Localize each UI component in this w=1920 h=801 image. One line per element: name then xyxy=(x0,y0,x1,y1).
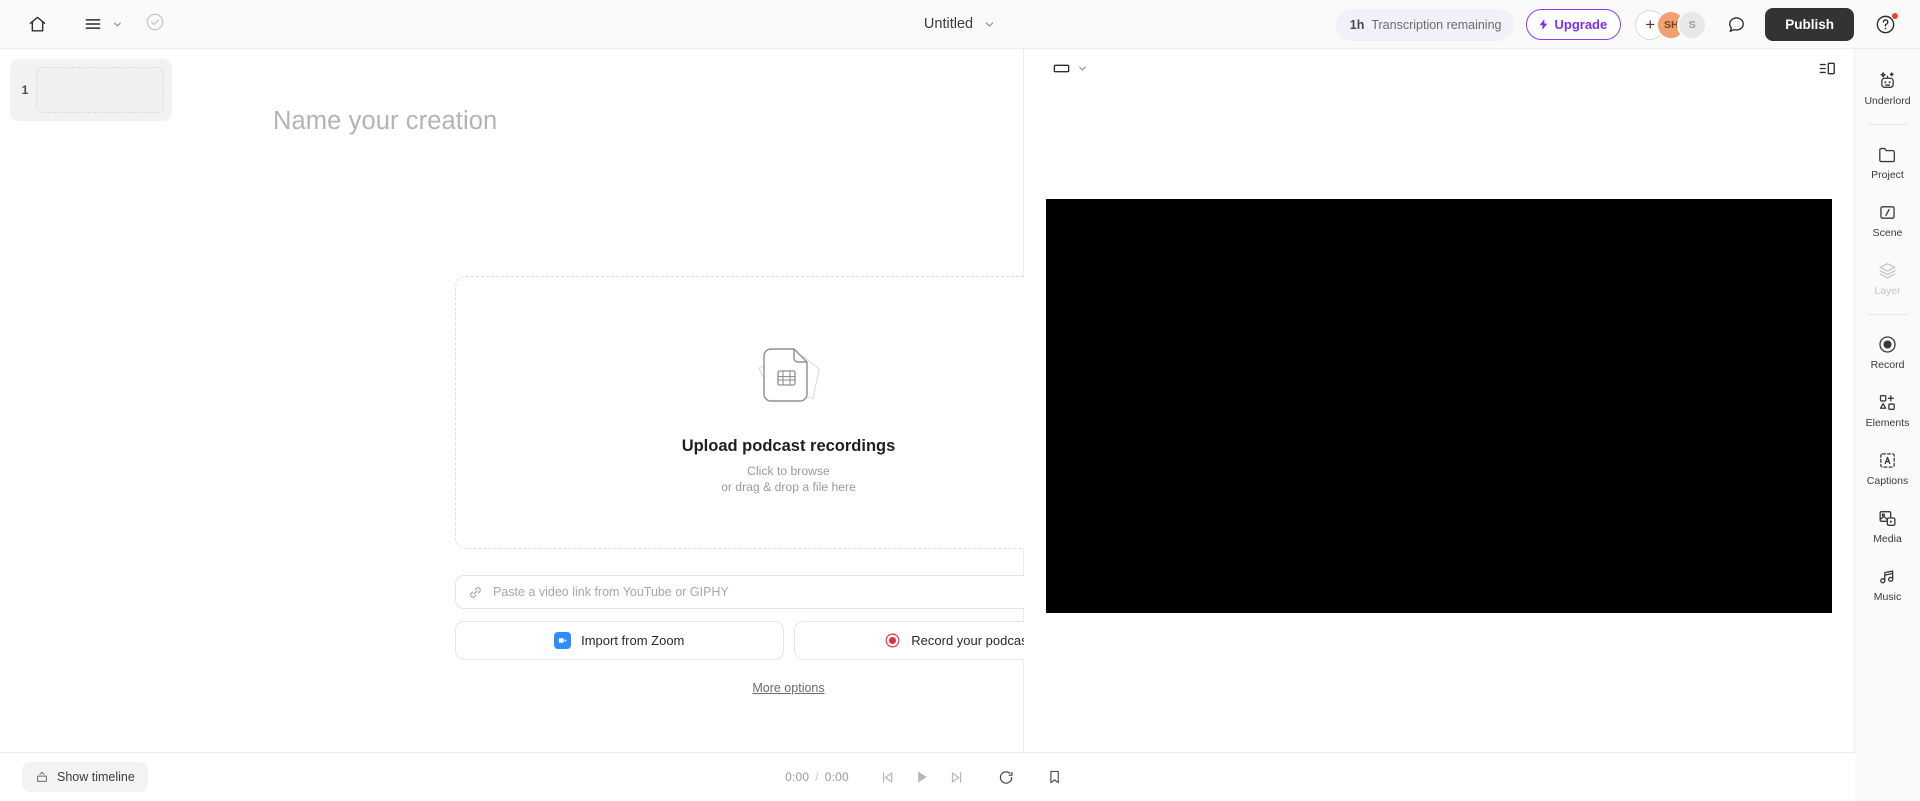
scene-slash-icon xyxy=(1877,202,1898,223)
tool-captions[interactable]: Captions xyxy=(1859,443,1917,492)
scene-thumbnail-item[interactable]: 1 xyxy=(10,59,172,121)
document-title-button[interactable]: Untitled xyxy=(924,16,996,32)
record-circle-icon xyxy=(884,632,901,649)
panel-layout-icon[interactable] xyxy=(1810,51,1844,85)
tool-label: Music xyxy=(1873,591,1902,603)
chevron-down-icon[interactable] xyxy=(1077,63,1088,74)
video-link-input[interactable] xyxy=(493,585,1094,599)
tool-project[interactable]: Project xyxy=(1859,137,1917,186)
scene-thumbnail-preview xyxy=(36,67,164,113)
video-preview-stage[interactable] xyxy=(1046,199,1832,613)
record-circle-icon xyxy=(1877,334,1898,355)
upload-dropzone[interactable]: Upload podcast recordings Click to brows… xyxy=(455,276,1122,549)
rail-divider xyxy=(1867,124,1908,125)
creation-title-input[interactable]: Name your creation xyxy=(273,107,1023,136)
shapes-plus-icon xyxy=(1877,392,1898,413)
collaborator-avatars[interactable]: + SH S xyxy=(1635,9,1708,40)
tool-media[interactable]: Media xyxy=(1859,501,1917,550)
top-bar-right-group: 1h Transcription remaining Upgrade + SH … xyxy=(1335,0,1906,49)
tool-label: Scene xyxy=(1872,227,1903,239)
import-actions-row: Import from Zoom Record your podcast xyxy=(455,621,1122,660)
tool-label: Layer xyxy=(1874,285,1901,297)
check-circle-icon[interactable] xyxy=(145,12,165,37)
tool-label: Media xyxy=(1873,533,1902,545)
tool-layer: Layer xyxy=(1859,253,1917,302)
upload-title: Upload podcast recordings xyxy=(681,436,896,455)
help-button[interactable] xyxy=(1868,8,1902,42)
link-chain-icon xyxy=(468,585,483,600)
import-from-zoom-label: Import from Zoom xyxy=(581,633,685,648)
tool-label: Project xyxy=(1871,169,1904,181)
lightning-bolt-icon xyxy=(1537,18,1550,31)
document-title: Untitled xyxy=(923,16,974,32)
editor-panel: Name your creation Upload podcast record… xyxy=(182,49,1122,752)
main-menu-button[interactable] xyxy=(76,7,123,41)
file-video-stack-icon xyxy=(741,331,837,421)
music-notes-icon xyxy=(1877,566,1898,587)
upload-subtitle-line1: Click to browse xyxy=(747,463,830,478)
upload-subtitle-line2: or drag & drop a file here xyxy=(721,479,856,494)
avatar[interactable]: S xyxy=(1677,9,1708,40)
time-separator: / xyxy=(815,770,819,784)
tool-music[interactable]: Music xyxy=(1859,559,1917,608)
robot-sparkle-icon xyxy=(1877,70,1898,91)
import-from-zoom-button[interactable]: Import from Zoom xyxy=(455,621,784,660)
more-options-link[interactable]: More options xyxy=(455,681,1122,695)
total-time: 0:00 xyxy=(824,770,849,784)
transcription-hours: 1h xyxy=(1349,17,1365,32)
bookmark-icon[interactable] xyxy=(1040,762,1070,792)
media-image-play-icon xyxy=(1877,508,1898,529)
folder-icon xyxy=(1877,144,1898,165)
aspect-ratio-icon xyxy=(1052,59,1071,78)
show-timeline-button[interactable]: Show timeline xyxy=(22,762,148,792)
chevron-down-icon[interactable] xyxy=(983,18,996,31)
current-time: 0:00 xyxy=(785,770,810,784)
upgrade-button[interactable]: Upgrade xyxy=(1525,9,1622,40)
tool-scene[interactable]: Scene xyxy=(1859,195,1917,244)
preview-toolbar xyxy=(1024,49,1854,87)
chevron-up-box-icon xyxy=(35,770,49,784)
captions-a-icon xyxy=(1877,450,1898,471)
tool-elements[interactable]: Elements xyxy=(1859,385,1917,434)
tool-underlord[interactable]: Underlord xyxy=(1859,63,1917,112)
hamburger-menu-icon[interactable] xyxy=(76,7,110,41)
playback-transport: 0:00 / 0:00 xyxy=(785,762,1070,792)
tool-label: Record xyxy=(1870,359,1905,371)
tool-rail: Underlord Project Scene Layer Record Ele… xyxy=(1855,49,1920,801)
publish-button[interactable]: Publish xyxy=(1765,8,1854,41)
tool-label: Elements xyxy=(1865,417,1910,429)
tool-record[interactable]: Record xyxy=(1859,327,1917,376)
zoom-app-icon xyxy=(554,632,572,649)
transcription-label: Transcription remaining xyxy=(1371,17,1502,32)
record-your-podcast-label: Record your podcast xyxy=(911,633,1032,648)
rail-divider xyxy=(1867,314,1908,315)
preview-panel xyxy=(1024,49,1855,752)
top-bar-left-group xyxy=(0,7,165,41)
show-timeline-label: Show timeline xyxy=(57,770,135,784)
loop-refresh-icon[interactable] xyxy=(991,762,1021,792)
home-icon[interactable] xyxy=(20,7,54,41)
tool-label: Underlord xyxy=(1864,95,1911,107)
tool-label: Captions xyxy=(1866,475,1909,487)
top-bar: Untitled 1h Transcription remaining Upgr… xyxy=(0,0,1920,49)
video-link-row[interactable] xyxy=(455,575,1122,609)
chevron-down-icon[interactable] xyxy=(112,19,123,30)
upgrade-label: Upgrade xyxy=(1554,17,1608,32)
aspect-ratio-button[interactable] xyxy=(1048,55,1092,82)
time-readout: 0:00 / 0:00 xyxy=(785,770,849,784)
scene-number: 1 xyxy=(21,83,29,97)
help-notification-badge xyxy=(1891,11,1899,20)
skip-back-icon[interactable] xyxy=(872,762,902,792)
bottom-bar: Show timeline 0:00 / 0:00 xyxy=(0,752,1855,801)
layers-icon xyxy=(1877,260,1898,281)
transcription-remaining-badge: 1h Transcription remaining xyxy=(1335,8,1514,41)
comment-bubble-icon[interactable] xyxy=(1719,8,1753,42)
skip-forward-icon[interactable] xyxy=(942,762,972,792)
play-icon[interactable] xyxy=(907,762,937,792)
scene-list-panel: 1 xyxy=(0,49,182,752)
